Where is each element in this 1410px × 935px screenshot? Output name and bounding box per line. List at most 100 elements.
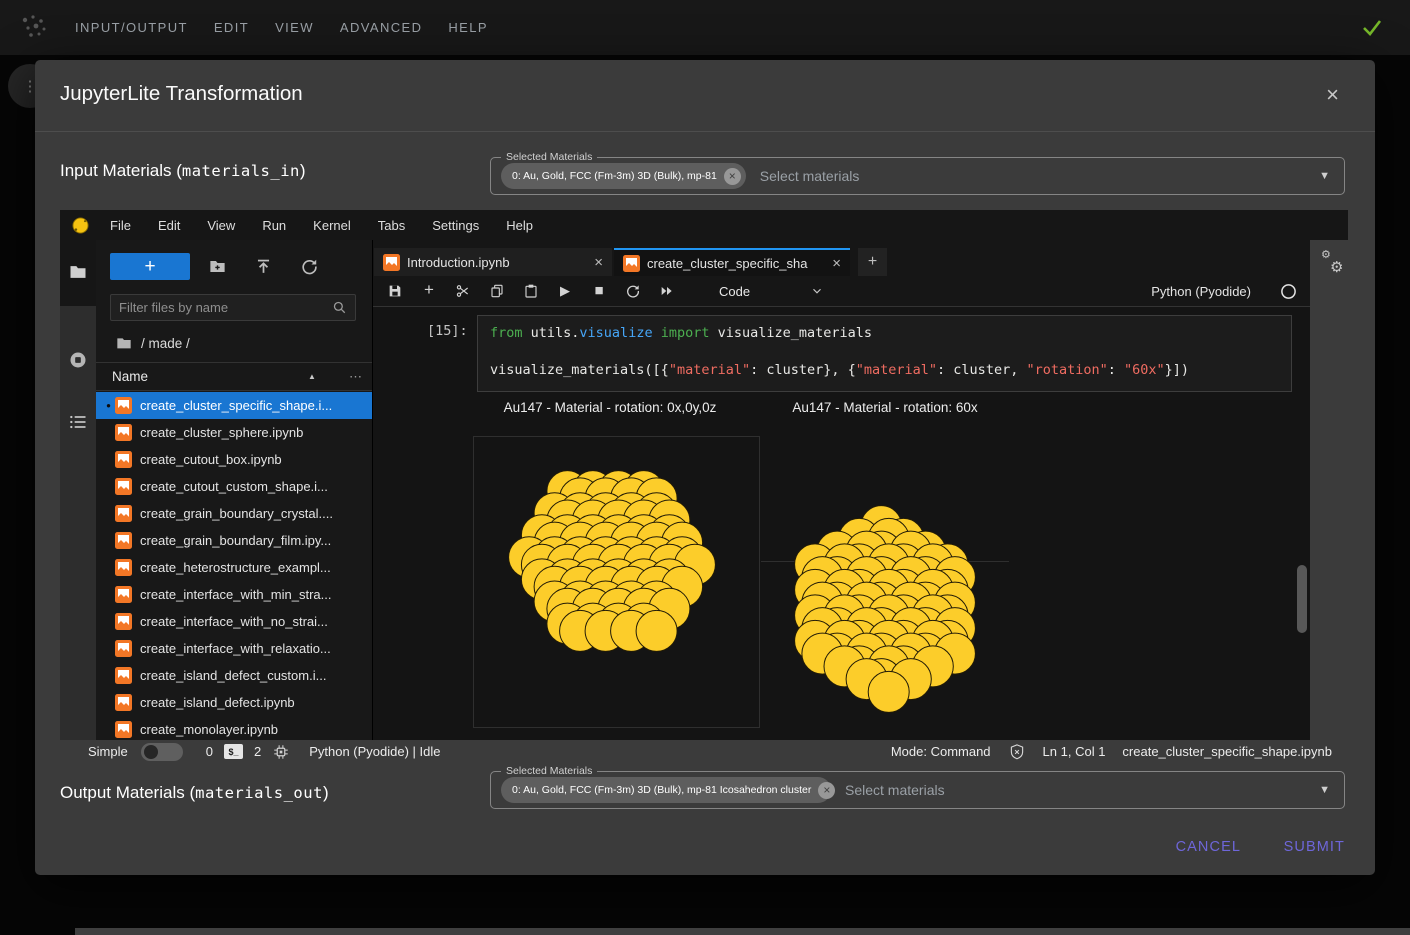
file-name: create_grain_boundary_film.ipy...	[140, 533, 331, 548]
app-menu-item[interactable]: VIEW	[275, 20, 314, 35]
dialog-close-icon[interactable]: ×	[1326, 84, 1339, 106]
submit-button[interactable]: SUBMIT	[1284, 830, 1345, 864]
tab-introduction[interactable]: Introduction.ipynb ×	[374, 248, 612, 276]
ellipsis-icon[interactable]: ⋯	[349, 369, 362, 385]
jupyter-menu-item[interactable]: Run	[262, 218, 286, 233]
file-name: create_heterostructure_exampl...	[140, 560, 331, 575]
close-tab-icon[interactable]: ×	[594, 254, 603, 271]
notebook-content[interactable]: [15]: from utils.visualize import visual…	[373, 307, 1310, 740]
paste-cells-icon[interactable]	[523, 283, 539, 299]
app-menu-item[interactable]: INPUT/OUTPUT	[75, 20, 188, 35]
jupyter-activity-bar	[60, 240, 96, 740]
output-plot-title-right: Au147 - Material - rotation: 60x	[685, 400, 1085, 415]
notebook-icon	[115, 640, 132, 657]
table-of-contents-icon[interactable]	[68, 412, 88, 432]
terminal-icon[interactable]: $_	[224, 744, 243, 759]
transformation-settings-gears-icon[interactable]: ⚙ ⚙	[1321, 250, 1347, 276]
scrollbar-thumb[interactable]	[1297, 565, 1307, 633]
save-icon[interactable]	[387, 283, 403, 299]
close-tab-icon[interactable]: ×	[832, 255, 841, 272]
material-chip[interactable]: 0: Au, Gold, FCC (Fm-3m) 3D (Bulk), mp-8…	[501, 163, 746, 189]
file-row[interactable]: create_grain_boundary_film.ipy...	[96, 527, 372, 554]
file-row[interactable]: create_interface_with_min_stra...	[96, 581, 372, 608]
name-column-header: Name	[112, 369, 148, 384]
file-name: create_island_defect.ipynb	[140, 695, 295, 710]
kernel-status-text[interactable]: Python (Pyodide) | Idle	[309, 744, 440, 759]
breadcrumb[interactable]: / made /	[116, 333, 190, 353]
jupyter-menu-item[interactable]: Edit	[158, 218, 180, 233]
restart-kernel-icon[interactable]	[625, 283, 641, 299]
file-row[interactable]: create_monolayer.ipynb	[96, 716, 372, 740]
jupyter-menu-item[interactable]: Help	[506, 218, 533, 233]
activity-tab-files[interactable]	[60, 240, 96, 306]
new-tab-button[interactable]: +	[858, 248, 887, 276]
terminals-count: 0	[206, 744, 213, 759]
code-cell-editor[interactable]: from utils.visualize import visualize_ma…	[477, 315, 1292, 392]
gear-icon: ⚙	[1330, 258, 1343, 276]
new-folder-icon[interactable]	[208, 257, 227, 276]
refresh-icon[interactable]	[300, 257, 319, 276]
folder-icon	[68, 262, 88, 282]
jupyter-menu-item[interactable]: File	[110, 218, 131, 233]
material-chip[interactable]: 0: Au, Gold, FCC (Fm-3m) 3D (Bulk), mp-8…	[501, 777, 831, 803]
simple-mode-toggle[interactable]	[141, 743, 183, 761]
jupyter-menu-item[interactable]: Tabs	[378, 218, 405, 233]
restart-run-all-icon[interactable]	[659, 283, 675, 299]
file-row[interactable]: create_island_defect.ipynb	[96, 689, 372, 716]
notebook-icon	[115, 586, 132, 603]
kernel-sessions-cpu-icon[interactable]	[272, 743, 290, 761]
filter-files-input[interactable]: Filter files by name	[110, 294, 356, 321]
file-row[interactable]: create_interface_with_no_strai...	[96, 608, 372, 635]
file-row[interactable]: create_cutout_box.ipynb	[96, 446, 372, 473]
file-row[interactable]: create_heterostructure_exampl...	[96, 554, 372, 581]
jupyter-menu-items: File Edit View Run Kernel Tabs Settings Help	[110, 218, 560, 233]
kernel-name-button[interactable]: Python (Pyodide)	[1151, 284, 1251, 299]
new-launcher-button[interactable]: +	[110, 253, 190, 280]
select-materials-placeholder: Select materials	[760, 168, 1319, 184]
check-icon[interactable]	[1360, 15, 1384, 39]
file-row[interactable]: create_cutout_custom_shape.i...	[96, 473, 372, 500]
command-mode-indicator[interactable]: Mode: Command	[891, 744, 991, 759]
interrupt-kernel-icon[interactable]: ■	[591, 283, 607, 299]
chip-remove-icon[interactable]: ×	[818, 782, 835, 799]
notebook-icon	[383, 254, 400, 271]
notebook-icon	[115, 424, 132, 441]
notebook-icon	[115, 667, 132, 684]
file-row[interactable]: create_island_defect_custom.i...	[96, 662, 372, 689]
input-materials-select[interactable]: Selected Materials 0: Au, Gold, FCC (Fm-…	[490, 157, 1345, 195]
dialog-header-divider	[35, 131, 1375, 132]
cursor-position[interactable]: Ln 1, Col 1	[1043, 744, 1106, 759]
output-materials-select[interactable]: Selected Materials 0: Au, Gold, FCC (Fm-…	[490, 771, 1345, 809]
toggle-knob	[144, 745, 158, 759]
selected-materials-legend: Selected Materials	[501, 765, 597, 777]
app-menu-item[interactable]: ADVANCED	[340, 20, 422, 35]
file-row[interactable]: create_interface_with_relaxatio...	[96, 635, 372, 662]
chip-remove-icon[interactable]: ×	[724, 168, 741, 185]
notebook-icon	[115, 613, 132, 630]
app-menu-item[interactable]: HELP	[448, 20, 488, 35]
upload-icon[interactable]	[254, 257, 273, 276]
filter-placeholder: Filter files by name	[119, 300, 332, 315]
kernel-status-icon[interactable]	[1280, 283, 1297, 300]
input-label-suffix: )	[300, 161, 306, 180]
app-menu-item[interactable]: EDIT	[214, 20, 249, 35]
run-cell-icon[interactable]: ▶	[557, 283, 573, 299]
cancel-button[interactable]: CANCEL	[1176, 830, 1241, 864]
cut-cells-icon[interactable]	[455, 283, 471, 299]
file-list-header[interactable]: Name ▲ ⋯	[96, 362, 372, 391]
copy-cells-icon[interactable]	[489, 283, 505, 299]
file-row[interactable]: create_grain_boundary_crystal....	[96, 500, 372, 527]
tab-create-cluster-specific-shape[interactable]: create_cluster_specific_sha ×	[614, 248, 850, 276]
running-kernels-icon[interactable]	[68, 350, 88, 370]
add-cell-icon[interactable]: +	[421, 283, 437, 299]
chevron-down-icon[interactable]: ▼	[1319, 170, 1330, 182]
chevron-down-icon[interactable]	[810, 284, 824, 298]
jupyter-menu-item[interactable]: View	[207, 218, 235, 233]
chevron-down-icon[interactable]: ▼	[1319, 784, 1330, 796]
file-row[interactable]: create_cluster_sphere.ipynb	[96, 419, 372, 446]
trusted-shield-icon[interactable]	[1008, 743, 1026, 761]
file-row[interactable]: ●create_cluster_specific_shape.i...	[96, 392, 372, 419]
jupyter-menu-item[interactable]: Kernel	[313, 218, 351, 233]
jupyter-menu-item[interactable]: Settings	[432, 218, 479, 233]
cell-type-dropdown[interactable]: Code	[719, 284, 750, 299]
